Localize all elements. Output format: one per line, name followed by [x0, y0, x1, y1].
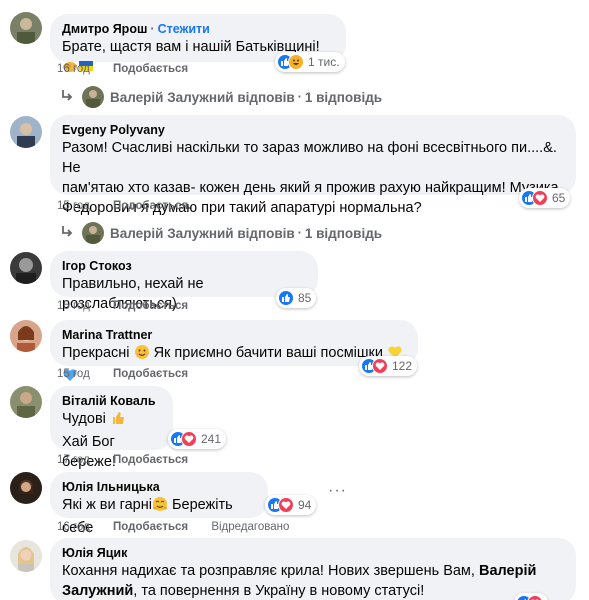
reaction-count: 65	[552, 191, 566, 205]
reply-arrow-icon	[60, 225, 74, 242]
comment-text-line: пам'ятаю хто казав- кожен день який я пр…	[62, 180, 559, 196]
comment-bubble: Юлія Яцик Кохання надихає та розправляє …	[50, 538, 576, 600]
avatar[interactable]	[10, 472, 42, 504]
like-button[interactable]: Подобається	[113, 300, 188, 312]
comment-bubble: Evgeny Polyvany Разом! Счасливі наскільк…	[50, 115, 576, 216]
comment-meta: 15 год Подобається	[57, 200, 188, 212]
comment-time[interactable]: 15 год	[57, 368, 90, 380]
separator-dot: ·	[297, 90, 302, 104]
more-options-icon[interactable]: ···	[328, 482, 347, 500]
smiling-face-emoji-icon	[134, 344, 150, 366]
love-icon	[532, 190, 548, 206]
comment-time[interactable]: 17 год	[57, 454, 90, 466]
comment-time[interactable]: 15 год	[57, 200, 90, 212]
comment-author[interactable]: Marina Trattner	[62, 327, 406, 343]
tagged-name[interactable]: Залужний	[62, 583, 133, 599]
avatar[interactable]	[10, 386, 42, 418]
reactions-badge[interactable]	[514, 593, 548, 600]
comment-author[interactable]: Віталій Коваль	[62, 393, 161, 409]
haha-icon	[288, 54, 304, 70]
avatar	[82, 222, 104, 244]
reply-author: Валерій Залужний відповів	[110, 89, 295, 105]
comment-author[interactable]: Юлія Ільницька	[62, 479, 256, 495]
comment-text: Які ж ви гарні	[62, 497, 152, 513]
comment-bubble: Юлія Ільницька Які ж ви гарні Бережіть с…	[50, 472, 268, 536]
reaction-count: 94	[298, 498, 312, 512]
avatar[interactable]	[10, 320, 42, 352]
comment-meta: 16 год Подобається Відредаговано	[57, 521, 289, 533]
avatar[interactable]	[10, 12, 42, 44]
like-button[interactable]: Подобається	[113, 454, 188, 466]
avatar[interactable]	[10, 540, 42, 572]
comment-author[interactable]: Дмитро Ярош	[62, 22, 147, 36]
avatar	[82, 86, 104, 108]
hugging-face-emoji-icon	[152, 496, 168, 518]
like-button[interactable]: Подобається	[113, 63, 188, 75]
reactions-badge[interactable]: 85	[276, 288, 317, 308]
reply-author: Валерій Залужний відповів	[110, 225, 295, 241]
comment-meta: 17 год Подобається	[57, 454, 188, 466]
comment-text-line: , та повернення в Україну в новому стату…	[133, 583, 425, 599]
reactions-badge[interactable]: 241	[168, 429, 227, 449]
reactions-badge[interactable]: 94	[265, 495, 317, 515]
like-button[interactable]: Подобається	[113, 368, 188, 380]
comment-meta: 15 год Подобається	[57, 300, 188, 312]
reactions-badge[interactable]: 122	[359, 356, 418, 376]
reactions-badge[interactable]: 65	[519, 188, 571, 208]
follow-button[interactable]: Стежити	[158, 22, 210, 36]
love-icon	[181, 431, 197, 447]
like-button[interactable]: Подобається	[113, 200, 188, 212]
comment-author[interactable]: Evgeny Polyvany	[62, 122, 564, 138]
comment-time[interactable]: 16 год	[57, 63, 90, 75]
reaction-count: 241	[201, 432, 222, 446]
comment-meta: 15 год Подобається	[57, 368, 188, 380]
comment-text-line: Разом! Счасливі наскільки то зараз можли…	[62, 140, 557, 176]
avatar[interactable]	[10, 252, 42, 284]
reply-count: 1 відповідь	[304, 89, 383, 105]
separator-dot: ·	[297, 226, 302, 240]
comment-time[interactable]: 16 год	[57, 521, 90, 533]
view-replies-link[interactable]: Валерій Залужний відповів · 1 відповідь	[60, 222, 382, 244]
comment-author[interactable]: Юлія Яцик	[62, 545, 564, 561]
comment-author[interactable]: Ігор Стокоз	[62, 258, 306, 274]
reply-count: 1 відповідь	[304, 225, 383, 241]
reaction-count: 85	[298, 291, 312, 305]
comment-time[interactable]: 15 год	[57, 300, 90, 312]
like-icon	[278, 290, 294, 306]
comment-text-line: Хай Бог береже!	[62, 434, 116, 470]
comment-meta: 16 год Подобається	[57, 63, 188, 75]
view-replies-link[interactable]: Валерій Залужний відповів · 1 відповідь	[60, 86, 382, 108]
reaction-count: 1 тис.	[308, 55, 340, 69]
reactions-badge[interactable]: 1 тис.	[275, 52, 345, 72]
love-icon	[527, 595, 543, 600]
love-icon	[372, 358, 388, 374]
love-icon	[278, 497, 294, 513]
comment-bubble: Віталій Коваль Чудові Хай Бог береже!	[50, 386, 173, 470]
comment-text-after: Як приємно бачити ваші посмішки	[153, 345, 383, 361]
avatar[interactable]	[10, 116, 42, 148]
reply-arrow-icon	[60, 89, 74, 106]
comment-text-line: Чудові	[62, 411, 106, 427]
edited-label: Відредаговано	[211, 521, 290, 533]
comment-text-line: Кохання надихає та розправляє крила! Нов…	[62, 563, 475, 579]
reaction-count: 122	[392, 359, 413, 373]
separator-dot: ·	[150, 22, 155, 36]
tagged-name[interactable]: Валерій	[479, 563, 536, 579]
like-button[interactable]: Подобається	[113, 521, 188, 533]
comment-text: Прекрасні	[62, 345, 130, 361]
thumbs-up-emoji-icon	[110, 410, 126, 432]
